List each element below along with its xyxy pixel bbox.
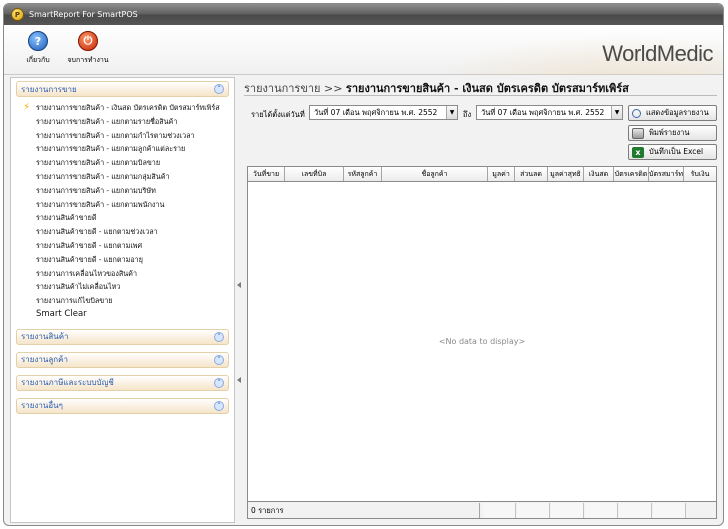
report-panel: รายงานการขาย >> รายงานการขายสินค้า - เงิ… <box>242 77 719 523</box>
breadcrumb-current: รายงานการขายสินค้า - เงินสด บัตรเครดิต บ… <box>345 82 629 95</box>
column-header-customer-name[interactable]: ชื่อลูกค้า <box>382 167 488 181</box>
table-header: วันที่ขาย เลขที่บิล รหัสลูกค้า ชื่อลูกค้… <box>248 167 716 182</box>
chevron-down-icon[interactable]: ˅ <box>214 331 224 342</box>
lightning-icon: ⚡ <box>23 102 31 113</box>
sidebar-item-best-sellers-by-gender[interactable]: รายงานสินค้าขายดี - แยกตามเพศ <box>21 239 234 253</box>
sidebar-item-sales-by-company[interactable]: รายงานการขายสินค้า - แยกตามบริษัท <box>21 184 234 198</box>
collapse-arrow-icon[interactable] <box>237 282 241 288</box>
column-header-cash[interactable]: เงินสด <box>584 167 614 181</box>
excel-icon: x <box>632 146 644 158</box>
to-date-label: ถึง <box>463 110 472 119</box>
group-other-header[interactable]: รายงานอื่นๆ ˅ <box>16 397 229 414</box>
group-title: รายงานภาษีและระบบบัญชี <box>21 378 114 388</box>
column-header-net-amount[interactable]: มูลค่าสุทธิ <box>548 167 584 181</box>
footer-summary-cell <box>653 502 686 518</box>
column-header-sale-date[interactable]: วันที่ขาย <box>248 167 285 181</box>
group-title: รายงานลูกค้า <box>21 355 68 365</box>
sidebar-item-sales-by-customer[interactable]: รายงานการขายสินค้า - แยกตามลูกค้าแต่ละรา… <box>21 142 234 156</box>
footer-summary-cell <box>619 502 652 518</box>
chevron-down-icon[interactable]: ▼ <box>446 106 457 119</box>
print-report-button[interactable]: พิมพ์รายงาน <box>628 125 717 141</box>
to-date-value: วันที่ 07 เดือน พฤศจิกายน พ.ศ. 2552 <box>481 108 605 117</box>
footer-summary-cell <box>551 502 584 518</box>
print-report-label: พิมพ์รายงาน <box>649 128 690 137</box>
sidebar-item-sales-profit-by-period[interactable]: รายงานการขายสินค้า - แยกตามกำไรตามช่วงเว… <box>21 129 234 143</box>
column-header-bill-no[interactable]: เลขที่บิล <box>285 167 344 181</box>
chevron-down-icon[interactable]: ˅ <box>214 354 224 365</box>
about-button[interactable]: ? เกี่ยวกับ <box>16 31 60 66</box>
sidebar-item-sales-by-bill[interactable]: รายงานการขายสินค้า - แยกตามบิลขาย <box>21 156 234 170</box>
sidebar-item-best-sellers[interactable]: รายงานสินค้าขายดี <box>21 211 234 225</box>
record-count: 0 รายการ <box>248 502 480 518</box>
group-customers-header[interactable]: รายงานลูกค้า ˅ <box>16 351 229 368</box>
group-tax-accounting-header[interactable]: รายงานภาษีและระบบบัญชี ˅ <box>16 374 229 391</box>
chevron-down-icon[interactable]: ˅ <box>214 400 224 411</box>
sidebar-item-sales-by-employee[interactable]: รายงานการขายสินค้า - แยกตามพนักงาน <box>21 198 234 212</box>
window-title: SmartReport For SmartPOS <box>29 10 138 19</box>
exit-button[interactable]: ⏻ จบการทำงาน <box>66 31 110 66</box>
chevron-down-icon[interactable]: ˅ <box>214 377 224 388</box>
show-report-button[interactable]: แสดงข้อมูลรายงาน <box>628 105 717 121</box>
from-date-value: วันที่ 07 เดือน พฤศจิกายน พ.ศ. 2552 <box>314 108 438 117</box>
show-report-label: แสดงข้อมูลรายงาน <box>646 108 709 117</box>
sidebar-item-sales-by-product-group[interactable]: รายงานการขายสินค้า - แยกตามกลุ่มสินค้า <box>21 170 234 184</box>
exit-label: จบการทำงาน <box>67 56 109 64</box>
printer-icon <box>632 127 644 139</box>
sidebar-item-best-sellers-by-age[interactable]: รายงานสินค้าขายดี - แยกตามอายุ <box>21 253 234 267</box>
footer-summary-cell <box>585 502 618 518</box>
empty-table-message: <No data to display> <box>438 337 526 346</box>
group-title: รายงานสินค้า <box>21 332 69 342</box>
title-bar[interactable]: P SmartReport For SmartPOS <box>4 4 723 25</box>
chevron-down-icon[interactable]: ▼ <box>611 106 622 119</box>
help-icon: ? <box>28 31 48 51</box>
column-header-smart-purse[interactable]: บัตรสมาร์ทเพิร์ส <box>649 167 684 181</box>
sidebar: รายงานการขาย ˄ ⚡ รายงานการขายสินค้า - เงิ… <box>10 77 235 523</box>
toolbar: ? เกี่ยวกับ ⏻ จบการทำงาน WorldMedic <box>4 25 723 75</box>
breadcrumb-section: รายงานการขาย >> <box>244 82 343 95</box>
sidebar-item-best-sellers-by-period[interactable]: รายงานสินค้าขายดี - แยกตามช่วงเวลา <box>21 225 234 239</box>
column-header-discount[interactable]: ส่วนลด <box>515 167 548 181</box>
column-header-received[interactable]: รับเงิน <box>684 167 716 181</box>
export-excel-label: บันทึกเป็น Excel <box>649 147 704 156</box>
group-title: รายงานอื่นๆ <box>21 401 63 411</box>
to-date-select[interactable]: วันที่ 07 เดือน พฤศจิกายน พ.ศ. 2552 ▼ <box>476 105 623 120</box>
from-date-select[interactable]: วันที่ 07 เดือน พฤศจิกายน พ.ศ. 2552 ▼ <box>309 105 458 120</box>
about-label: เกี่ยวกับ <box>26 56 50 64</box>
app-window: P SmartReport For SmartPOS ? เกี่ยวกับ ⏻… <box>3 3 724 526</box>
report-table: วันที่ขาย เลขที่บิล รหัสลูกค้า ชื่อลูกค้… <box>247 166 717 519</box>
sidebar-item-bill-edits[interactable]: รายงานการแก้ไขบิลขาย <box>21 294 234 308</box>
sidebar-item-product-movement[interactable]: รายงานการเคลื่อนไหวของสินค้า <box>21 267 234 281</box>
sidebar-item-sales-cash-credit-smartpurse[interactable]: ⚡ รายงานการขายสินค้า - เงินสด บัตรเครดิต … <box>21 101 234 115</box>
sidebar-item-non-moving-products[interactable]: รายงานสินค้าไม่เคลื่อนไหว <box>21 280 234 294</box>
sidebar-item-smart-clear[interactable]: Smart Clear <box>21 308 234 322</box>
power-icon: ⏻ <box>78 31 98 51</box>
app-logo-icon: P <box>11 8 24 21</box>
column-header-credit-card[interactable]: บัตรเครดิต <box>614 167 649 181</box>
column-header-customer-code[interactable]: รหัสลูกค้า <box>344 167 382 181</box>
from-date-label: รายได้ตั้งแต่วันที่ <box>251 110 305 119</box>
group-sales-header[interactable]: รายงานการขาย ˄ <box>16 81 229 97</box>
sidebar-item-sales-by-product[interactable]: รายงานการขายสินค้า - แยกตามรายชื่อสินค้า <box>21 115 234 129</box>
export-excel-button[interactable]: x บันทึกเป็น Excel <box>628 144 717 160</box>
footer-summary-cell <box>517 502 550 518</box>
collapse-arrow-icon[interactable] <box>237 377 241 383</box>
brand-logo: WorldMedic <box>602 41 713 66</box>
group-products-header[interactable]: รายงานสินค้า ˅ <box>16 328 229 345</box>
group-sales-items: ⚡ รายงานการขายสินค้า - เงินสด บัตรเครดิต … <box>11 97 234 326</box>
footer-summary-cell <box>483 502 516 518</box>
column-header-amount[interactable]: มูลค่า <box>488 167 515 181</box>
search-icon <box>632 108 641 118</box>
chevron-up-icon[interactable]: ˄ <box>214 84 224 94</box>
table-footer: 0 รายการ <box>248 501 716 518</box>
title-divider <box>244 95 717 96</box>
group-title: รายงานการขาย <box>21 84 77 94</box>
